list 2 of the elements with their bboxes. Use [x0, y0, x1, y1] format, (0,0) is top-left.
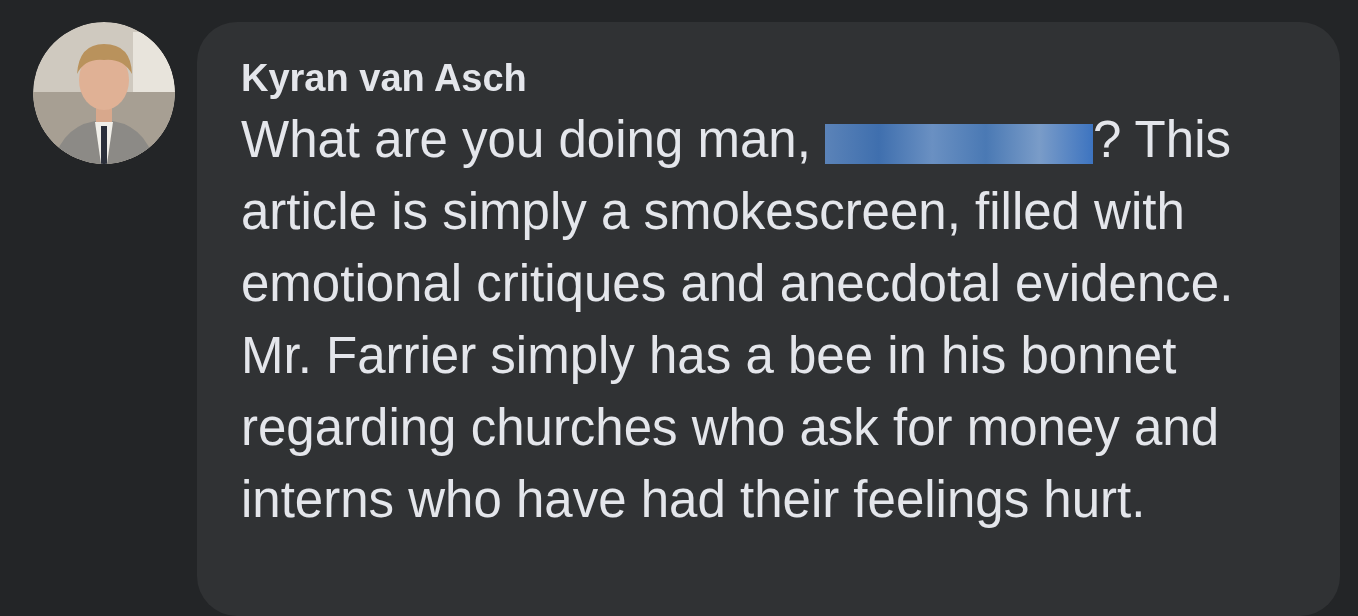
author-name: Kyran van Asch: [241, 56, 528, 101]
comment-text: What are you doing man, ? This article is simply a smokescreen, filled with emotional critiques and anecdotal evidence. Mr. Farrier simply has a bee in his bonnet regarding churches who ask for money and interns who have had their feelings hurt.: [241, 110, 1235, 530]
